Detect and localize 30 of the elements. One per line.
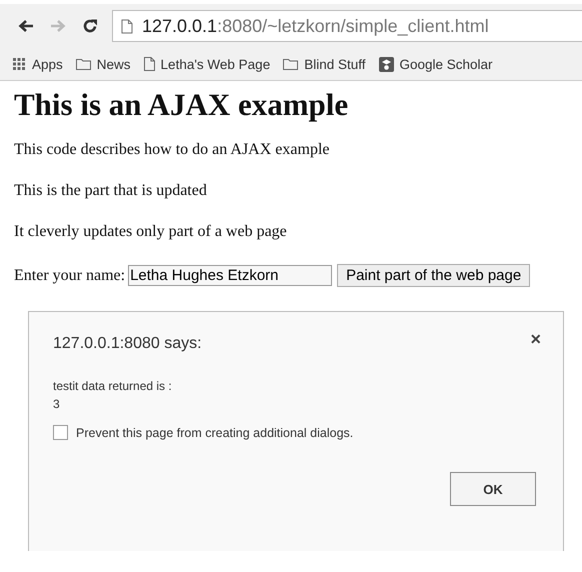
address-bar[interactable]: 127.0.0.1:8080/~letzkorn/simple_client.html [112, 10, 582, 42]
right-arrow-icon [50, 19, 66, 33]
page-heading: This is an AJAX example [14, 87, 350, 123]
bookmark-item[interactable]: Apps [13, 56, 63, 72]
bookmark-item[interactable]: Google Scholar [378, 56, 493, 72]
dialog-message: 3 [53, 396, 61, 413]
paragraph: This code describes how to do an AJAX example [14, 141, 330, 159]
name-input[interactable]: Letha Hughes Etzkorn [128, 265, 332, 286]
paint-button[interactable]: Paint part of the web page [337, 264, 530, 287]
ok-button[interactable]: OK [450, 472, 536, 506]
bookmark-item[interactable]: Blind Stuff [283, 56, 366, 72]
folder-icon [283, 58, 298, 70]
close-button[interactable]: × [530, 330, 541, 348]
left-arrow-icon [18, 19, 34, 33]
reload-icon [82, 18, 98, 34]
bookmark-item[interactable]: Letha's Web Page [144, 56, 270, 72]
page-icon [144, 57, 155, 71]
dialog-message: testit data returned is : [53, 378, 173, 395]
bookmark-item[interactable]: News [76, 56, 131, 72]
scholar-icon [378, 56, 394, 72]
paragraph: It cleverly updates only part of a web page [14, 223, 288, 241]
checkbox-label: Prevent this page from creating additional dialogs. [76, 426, 354, 440]
grid-icon [13, 58, 26, 70]
page-icon [121, 18, 133, 34]
checkbox[interactable] [53, 425, 68, 440]
name-label: Enter your name: [14, 266, 126, 284]
paragraph: This is the part that is updated [14, 182, 208, 200]
url-text: 127.0.0.1:8080/~letzkorn/simple_client.html [142, 16, 489, 36]
dialog-title: 127.0.0.1:8080 says: [53, 335, 202, 353]
folder-icon [76, 58, 91, 70]
